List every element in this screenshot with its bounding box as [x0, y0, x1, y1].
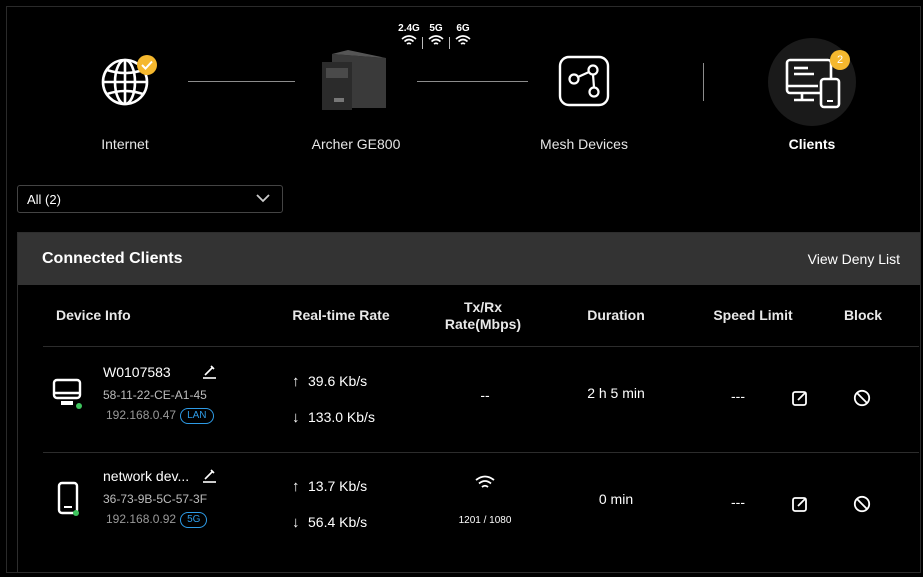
upload-rate: ↑ 13.7 Kb/s: [292, 478, 368, 495]
txrx-rate: 1201 / 1080: [458, 515, 512, 526]
edit-name-icon[interactable]: [201, 363, 217, 379]
row-divider: [43, 452, 919, 453]
arrow-down-icon: ↓: [292, 514, 300, 531]
txrx-rate: --: [480, 387, 490, 403]
panel-header: Connected Clients View Deny List: [18, 233, 920, 285]
connection-tag: LAN: [180, 408, 214, 424]
device-name: network dev...: [103, 468, 190, 484]
wifi-icon: [401, 35, 417, 45]
upload-rate: ↑ 39.6 Kb/s: [292, 373, 368, 390]
arrow-up-icon: ↑: [292, 373, 300, 390]
edit-speed-limit-icon[interactable]: [791, 389, 809, 407]
device-mac: 58-11-22-CE-A1-45: [103, 388, 207, 402]
connection-tag: 5G: [180, 512, 208, 528]
download-rate: ↓ 56.4 Kb/s: [292, 514, 368, 531]
wifi-icon: [455, 35, 471, 45]
col-speed-limit: Speed Limit: [713, 307, 793, 323]
arrow-up-icon: ↑: [292, 478, 300, 495]
band-6g: 6G: [450, 23, 476, 49]
clients-label: Clients: [788, 136, 836, 152]
wifi-icon: [428, 35, 444, 45]
band-2g: 2.4G: [396, 23, 422, 49]
duration: 0 min: [598, 491, 634, 507]
speed-limit-value: ---: [731, 388, 745, 404]
wifi-bands: 2.4G 5G 6G: [396, 23, 476, 49]
col-block: Block: [843, 307, 883, 323]
chevron-down-icon: [256, 194, 270, 203]
clients-count-badge: 2: [830, 50, 850, 70]
band-5g: 5G: [423, 23, 449, 49]
block-icon[interactable]: [853, 389, 871, 407]
block-icon[interactable]: [853, 495, 871, 513]
view-deny-list-link[interactable]: View Deny List: [808, 251, 900, 267]
panel-title: Connected Clients: [42, 250, 183, 267]
arrow-down-icon: ↓: [292, 409, 300, 426]
online-status-dot: [73, 510, 79, 516]
online-status-dot: [76, 403, 82, 409]
col-realtime-rate: Real-time Rate: [292, 307, 390, 323]
device-ip: 192.168.0.47 LAN: [106, 408, 214, 424]
col-txrx-rate: Tx/Rx Rate(Mbps): [444, 299, 522, 332]
link-router-mesh: [417, 81, 528, 82]
row-divider: [43, 346, 919, 347]
duration: 2 h 5 min: [587, 385, 645, 401]
col-device-info: Device Info: [56, 307, 131, 323]
col-duration: Duration: [587, 307, 645, 323]
edit-speed-limit-icon[interactable]: [791, 495, 809, 513]
internet-label: Internet: [101, 136, 149, 152]
mesh-clients-divider: [703, 63, 704, 101]
edit-name-icon[interactable]: [201, 467, 217, 483]
download-rate: ↓ 133.0 Kb/s: [292, 409, 375, 426]
router-icon: [322, 50, 386, 110]
device-mac: 36-73-9B-5C-57-3F: [103, 492, 208, 506]
router-label: Archer GE800: [311, 136, 401, 152]
device-name: W0107583: [103, 364, 171, 380]
speed-limit-value: ---: [731, 494, 745, 510]
check-badge-icon: [137, 55, 157, 75]
filter-value: All (2): [27, 192, 61, 207]
mesh-icon: [558, 55, 610, 107]
device-ip: 192.168.0.92 5G: [106, 512, 208, 528]
connected-clients-panel: Connected Clients View Deny List Device …: [17, 232, 921, 573]
mesh-label: Mesh Devices: [540, 136, 628, 152]
link-internet-router: [188, 81, 295, 82]
wifi-signal-icon: [475, 475, 495, 488]
client-filter-select[interactable]: All (2): [17, 185, 283, 213]
